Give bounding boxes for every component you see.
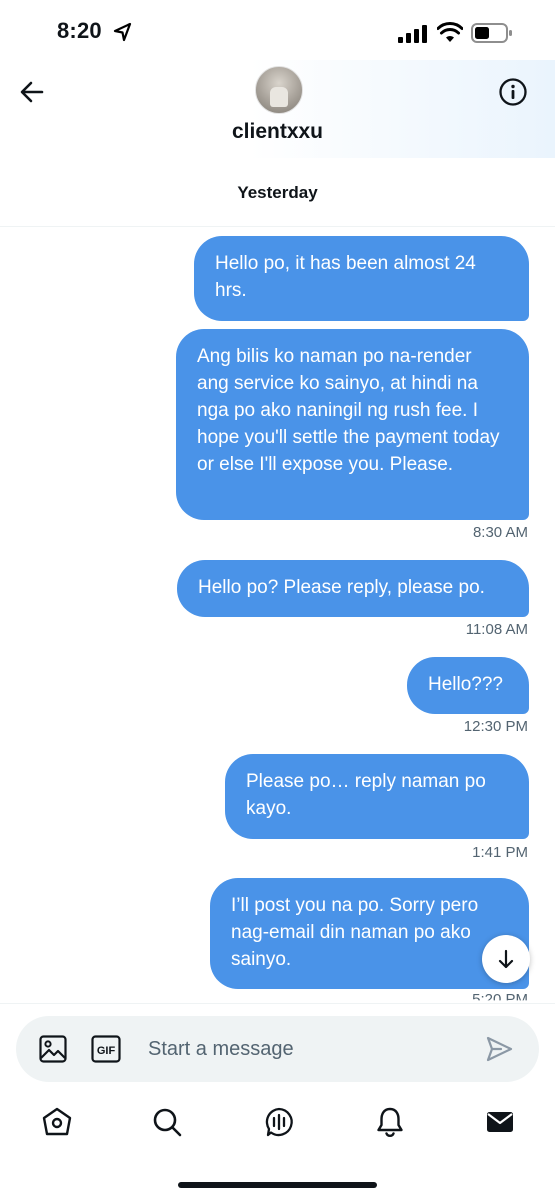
send-icon[interactable]: [485, 1035, 513, 1063]
header-divider: [0, 226, 555, 227]
message-input[interactable]: [148, 1030, 468, 1068]
spaces-icon[interactable]: [263, 1106, 295, 1138]
message-bubble[interactable]: Hello po, it has been almost 24 hrs.: [194, 236, 529, 321]
info-icon[interactable]: [498, 77, 528, 107]
home-icon[interactable]: [41, 1106, 73, 1138]
message-bubble[interactable]: Hello po? Please reply, please po.: [177, 560, 529, 617]
conversation-header: clientxxu: [0, 60, 555, 158]
message-bubble[interactable]: Ang bilis ko naman po na-render ang serv…: [176, 329, 529, 520]
scroll-to-bottom-button[interactable]: [482, 935, 530, 983]
avatar[interactable]: [255, 66, 303, 114]
message-bubble[interactable]: I’ll post you na po. Sorry pero nag-emai…: [210, 878, 529, 989]
notifications-icon[interactable]: [374, 1106, 406, 1138]
search-icon[interactable]: [151, 1106, 183, 1138]
message-bubble[interactable]: Please po… reply naman po kayo.: [225, 754, 529, 839]
status-bar: 8:20: [0, 0, 555, 64]
gif-label: GIF: [97, 1045, 116, 1057]
conversation-username[interactable]: clientxxu: [0, 120, 555, 144]
bottom-tab-bar: [0, 1100, 555, 1150]
cellular-signal-icon: [398, 25, 427, 43]
composer-divider: [0, 1003, 555, 1004]
message-composer: GIF: [16, 1016, 539, 1082]
message-timestamp: 8:30 AM: [472, 524, 528, 541]
image-icon[interactable]: [38, 1034, 68, 1064]
location-arrow-icon: [113, 22, 132, 42]
message-timestamp: 12:30 PM: [463, 718, 528, 735]
messages-icon[interactable]: [484, 1106, 516, 1138]
wifi-icon: [437, 22, 463, 42]
battery-icon: [471, 23, 512, 43]
status-time: 8:20: [57, 18, 102, 43]
day-separator: Yesterday: [237, 183, 318, 202]
message-bubble[interactable]: Hello???: [407, 657, 529, 714]
message-timestamp: 11:08 AM: [465, 621, 528, 638]
back-arrow-icon[interactable]: [18, 78, 46, 106]
home-indicator: [178, 1182, 377, 1188]
message-timestamp: 5:20 PM: [472, 991, 528, 1008]
gif-icon[interactable]: GIF: [91, 1035, 121, 1063]
message-timestamp: 1:41 PM: [472, 844, 528, 861]
arrow-down-icon: [498, 949, 514, 969]
